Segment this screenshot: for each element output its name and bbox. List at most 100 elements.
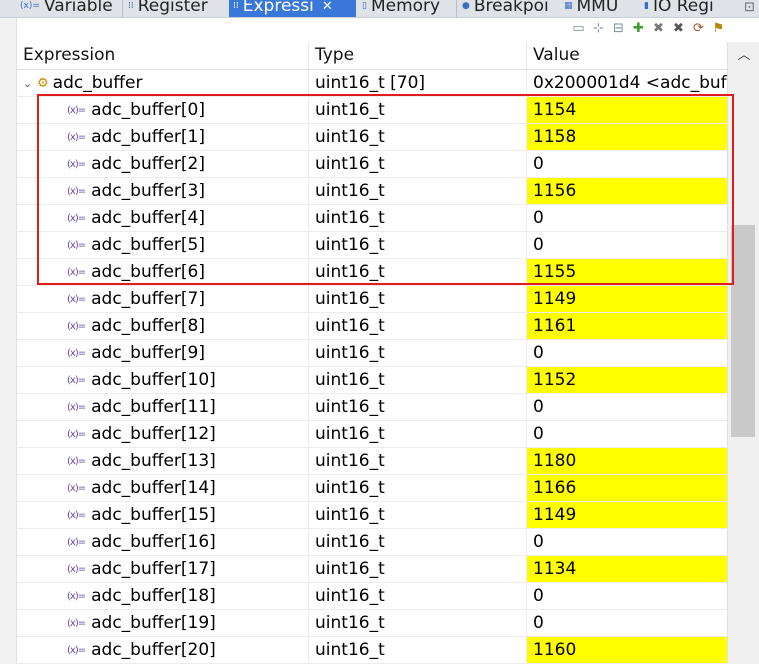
tab-breakpoints[interactable]: ● Breakpoi bbox=[462, 0, 558, 17]
table-row-parent[interactable]: ⌄ ⚙ adc_buffer uint16_t [70] 0x200001d4 … bbox=[17, 70, 727, 97]
value-cell[interactable]: 0 bbox=[527, 232, 727, 258]
table-row[interactable]: (x)= adc_buffer[7] uint16_t 1149 bbox=[17, 286, 727, 313]
expression-cell: (x)= adc_buffer[15] bbox=[17, 502, 309, 528]
type-cell: uint16_t bbox=[309, 259, 527, 285]
table-row[interactable]: (x)= adc_buffer[16] uint16_t 0 bbox=[17, 529, 727, 556]
table-row[interactable]: (x)= adc_buffer[15] uint16_t 1149 bbox=[17, 502, 727, 529]
value-cell[interactable]: 1149 bbox=[527, 286, 727, 312]
table-row[interactable]: (x)= adc_buffer[14] uint16_t 1166 bbox=[17, 475, 727, 502]
column-header-type[interactable]: Type bbox=[309, 42, 527, 69]
table-row[interactable]: (x)= adc_buffer[19] uint16_t 0 bbox=[17, 610, 727, 637]
expressions-table: Expression Type Value ⌄ ⚙ adc_buffer uin… bbox=[17, 42, 727, 664]
collapse-all-icon[interactable]: ▭ bbox=[572, 21, 585, 36]
table-row[interactable]: (x)= adc_buffer[3] uint16_t 1156 bbox=[17, 178, 727, 205]
expression-name: adc_buffer[20] bbox=[91, 639, 216, 660]
add-expression-icon[interactable]: ✚ bbox=[632, 21, 645, 36]
remove-all-icon[interactable]: ✖ bbox=[672, 21, 685, 36]
type-cell: uint16_t bbox=[309, 502, 527, 528]
table-row[interactable]: (x)= adc_buffer[12] uint16_t 0 bbox=[17, 421, 727, 448]
registers-icon: ⁞⁞ bbox=[128, 1, 134, 11]
expression-name: adc_buffer[15] bbox=[91, 504, 216, 525]
new-view-icon[interactable]: ⊡ bbox=[744, 0, 755, 15]
struct-variable-icon: ⚙ bbox=[37, 75, 49, 91]
value-cell[interactable]: 0 bbox=[527, 151, 727, 177]
table-row[interactable]: (x)= adc_buffer[20] uint16_t 1160 bbox=[17, 637, 727, 664]
type-cell: uint16_t bbox=[309, 637, 527, 663]
expression-cell: (x)= adc_buffer[1] bbox=[17, 124, 309, 150]
table-row[interactable]: (x)= adc_buffer[18] uint16_t 0 bbox=[17, 583, 727, 610]
table-row[interactable]: (x)= adc_buffer[4] uint16_t 0 bbox=[17, 205, 727, 232]
expression-name: adc_buffer[7] bbox=[91, 288, 205, 309]
tab-label: MMU bbox=[576, 0, 619, 16]
table-row[interactable]: (x)= adc_buffer[9] uint16_t 0 bbox=[17, 340, 727, 367]
tab-expressions[interactable]: ⁞⁞ Expressi ✕ bbox=[229, 0, 356, 17]
value-cell[interactable]: 0 bbox=[527, 529, 727, 555]
value-cell[interactable]: 1155 bbox=[527, 259, 727, 285]
expression-cell: (x)= adc_buffer[2] bbox=[17, 151, 309, 177]
table-row[interactable]: (x)= adc_buffer[11] uint16_t 0 bbox=[17, 394, 727, 421]
column-header-value[interactable]: Value bbox=[527, 42, 727, 69]
chevron-up-icon[interactable]: ︿ bbox=[728, 42, 759, 69]
mmu-icon: ▦ bbox=[564, 1, 573, 11]
expression-name: adc_buffer[8] bbox=[91, 315, 205, 336]
value-cell[interactable]: 0 bbox=[527, 583, 727, 609]
value-cell[interactable]: 0 bbox=[527, 205, 727, 231]
table-row[interactable]: (x)= adc_buffer[2] uint16_t 0 bbox=[17, 151, 727, 178]
table-row[interactable]: (x)= adc_buffer[0] uint16_t 1154 bbox=[17, 97, 727, 124]
variable-icon: (x)= bbox=[67, 563, 86, 575]
expand-icon[interactable]: ⊹ bbox=[592, 21, 605, 36]
vertical-scrollbar[interactable]: ︿ bbox=[727, 42, 759, 664]
expression-cell: (x)= adc_buffer[7] bbox=[17, 286, 309, 312]
table-row[interactable]: (x)= adc_buffer[17] uint16_t 1134 bbox=[17, 556, 727, 583]
value-cell[interactable]: 1134 bbox=[527, 556, 727, 582]
table-row[interactable]: (x)= adc_buffer[13] uint16_t 1180 bbox=[17, 448, 727, 475]
show-logical-structure-icon[interactable]: ⊟ bbox=[612, 21, 625, 36]
tab-memory[interactable]: ▯ Memory bbox=[362, 0, 454, 17]
value-cell[interactable]: 1152 bbox=[527, 367, 727, 393]
value-cell[interactable]: 1154 bbox=[527, 97, 727, 123]
expression-cell: (x)= adc_buffer[17] bbox=[17, 556, 309, 582]
expression-name: adc_buffer[5] bbox=[91, 234, 205, 255]
value-cell[interactable]: 0 bbox=[527, 340, 727, 366]
remove-expression-icon[interactable]: ✖ bbox=[652, 21, 665, 36]
type-cell: uint16_t bbox=[309, 313, 527, 339]
value-cell[interactable]: 1166 bbox=[527, 475, 727, 501]
type-cell: uint16_t bbox=[309, 205, 527, 231]
expression-name: adc_buffer[6] bbox=[91, 261, 205, 282]
value-cell[interactable]: 1180 bbox=[527, 448, 727, 474]
value-cell[interactable]: 1161 bbox=[527, 313, 727, 339]
tab-io-registers[interactable]: ▮ IO Regi bbox=[644, 0, 729, 17]
live-update-icon[interactable]: ⚑ bbox=[712, 21, 725, 36]
table-row[interactable]: (x)= adc_buffer[8] uint16_t 1161 bbox=[17, 313, 727, 340]
variable-icon: (x)= bbox=[67, 104, 86, 116]
type-cell: uint16_t bbox=[309, 340, 527, 366]
column-header-expression[interactable]: Expression bbox=[17, 42, 309, 69]
refresh-icon[interactable]: ⟳ bbox=[692, 21, 705, 36]
value-cell[interactable]: 1160 bbox=[527, 637, 727, 663]
value-cell[interactable]: 1149 bbox=[527, 502, 727, 528]
value-cell[interactable]: 0 bbox=[527, 421, 727, 447]
variable-icon: (x)= bbox=[67, 590, 86, 602]
expression-cell: (x)= adc_buffer[8] bbox=[17, 313, 309, 339]
expression-cell: (x)= adc_buffer[3] bbox=[17, 178, 309, 204]
table-row[interactable]: (x)= adc_buffer[5] uint16_t 0 bbox=[17, 232, 727, 259]
table-row[interactable]: (x)= adc_buffer[6] uint16_t 1155 bbox=[17, 259, 727, 286]
value-cell[interactable]: 0 bbox=[527, 610, 727, 636]
type-cell: uint16_t [70] bbox=[309, 70, 527, 96]
value-cell[interactable]: 0 bbox=[527, 394, 727, 420]
value-cell: 0x200001d4 <adc_buf bbox=[533, 73, 727, 93]
tab-mmu[interactable]: ▦ MMU bbox=[564, 0, 638, 17]
chevron-down-icon[interactable]: ⌄ bbox=[23, 70, 37, 96]
tab-registers[interactable]: ⁞⁞ Register bbox=[128, 0, 224, 17]
value-cell[interactable]: 1158 bbox=[527, 124, 727, 150]
close-icon[interactable]: ✕ bbox=[322, 0, 333, 14]
scrollbar-thumb[interactable] bbox=[731, 225, 755, 437]
variable-icon: (x)= bbox=[67, 266, 86, 278]
table-row[interactable]: (x)= adc_buffer[10] uint16_t 1152 bbox=[17, 367, 727, 394]
expression-cell: (x)= adc_buffer[20] bbox=[17, 637, 309, 663]
expression-name: adc_buffer[12] bbox=[91, 423, 216, 444]
variable-icon: (x)= bbox=[67, 347, 86, 359]
table-row[interactable]: (x)= adc_buffer[1] uint16_t 1158 bbox=[17, 124, 727, 151]
tab-variables[interactable]: (x)= Variable bbox=[20, 0, 120, 17]
value-cell[interactable]: 1156 bbox=[527, 178, 727, 204]
